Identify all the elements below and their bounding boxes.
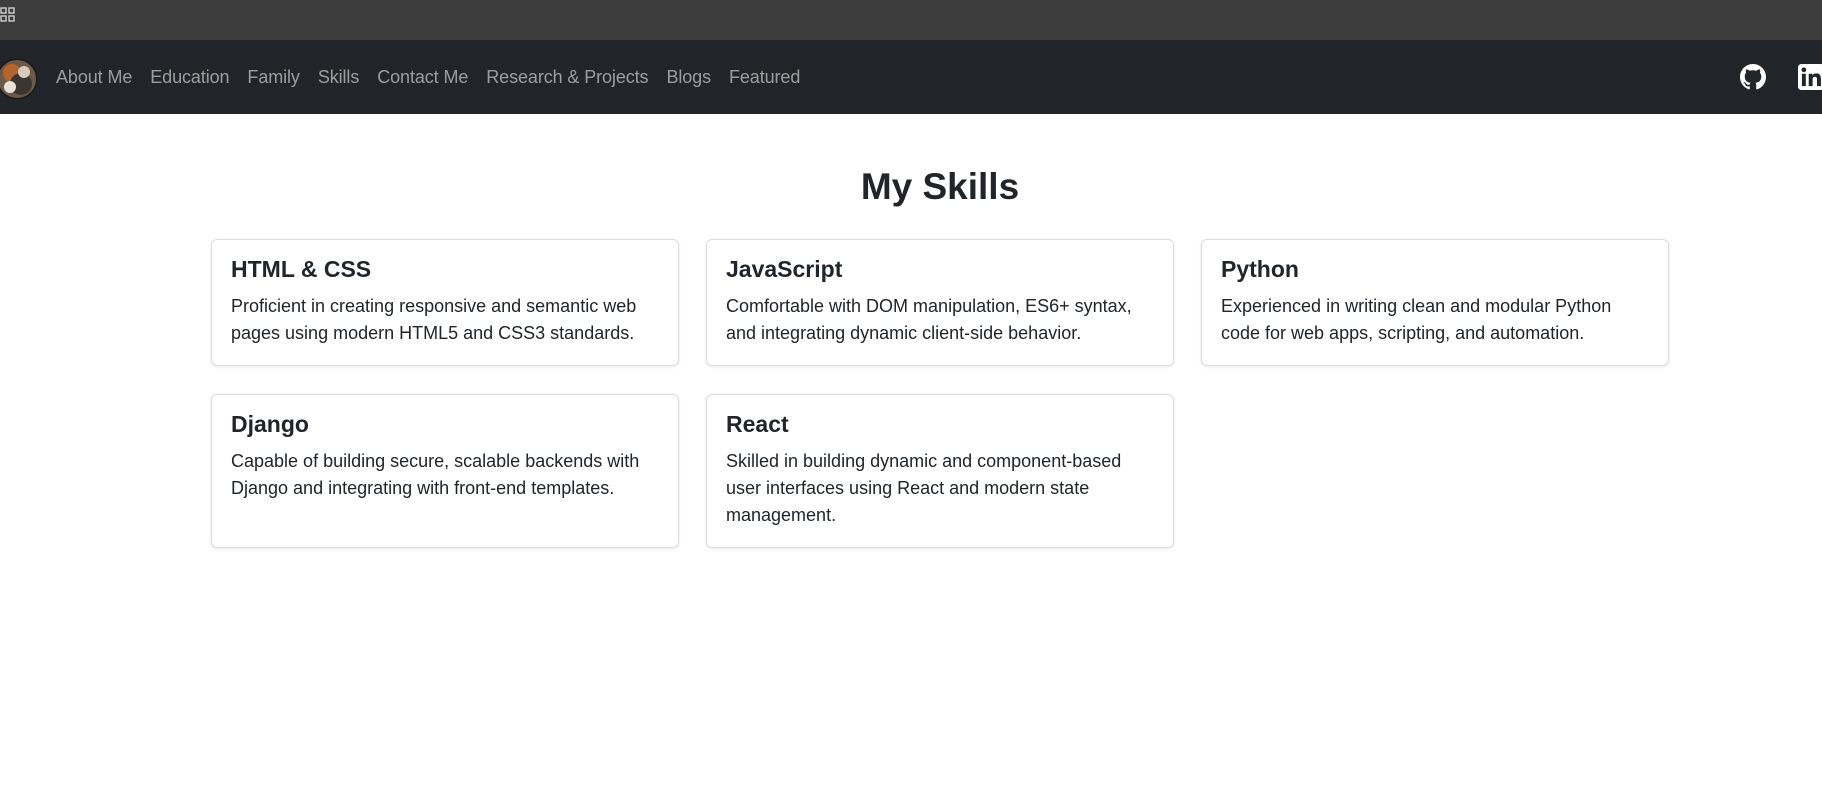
nav-link-research-projects[interactable]: Research & Projects (486, 67, 648, 88)
nav-link-skills[interactable]: Skills (318, 67, 360, 88)
skill-card-text: Skilled in building dynamic and componen… (726, 451, 1122, 525)
linkedin-icon[interactable] (1798, 64, 1822, 90)
skill-card: HTML & CSS Proficient in creating respon… (211, 239, 679, 366)
nav-link-blogs[interactable]: Blogs (666, 67, 711, 88)
skill-card-title: Django (231, 411, 309, 437)
navbar: About Me Education Family Skills Contact… (0, 40, 1822, 114)
skill-card-title: JavaScript (726, 256, 843, 282)
brand-logo[interactable] (0, 58, 38, 100)
skill-card: JavaScript Comfortable with DOM manipula… (706, 239, 1174, 366)
nav-link-education[interactable]: Education (150, 67, 229, 88)
nav-link-contact-me[interactable]: Contact Me (377, 67, 468, 88)
apps-grid-icon[interactable] (0, 6, 15, 24)
skill-card: Django Capable of building secure, scala… (211, 394, 679, 548)
nav-link-about-me[interactable]: About Me (56, 67, 132, 88)
page-title: My Skills (860, 166, 1020, 207)
skill-card-text: Experienced in writing clean and modular… (1221, 296, 1612, 343)
nav-link-featured[interactable]: Featured (729, 67, 800, 88)
skill-card: Python Experienced in writing clean and … (1201, 239, 1669, 366)
github-icon[interactable] (1740, 64, 1766, 90)
nav-links: About Me Education Family Skills Contact… (56, 40, 818, 114)
logo-image (0, 58, 38, 100)
skill-card-title: Python (1221, 256, 1299, 282)
skill-card-title: HTML & CSS (231, 256, 372, 282)
skill-card-text: Comfortable with DOM manipulation, ES6+ … (726, 296, 1132, 343)
browser-top-strip (0, 0, 1822, 40)
skill-card-text: Proficient in creating responsive and se… (231, 296, 637, 343)
skill-card-text: Capable of building secure, scalable bac… (231, 451, 640, 498)
skill-card-title: React (726, 411, 789, 437)
nav-link-family[interactable]: Family (247, 67, 300, 88)
skill-card: React Skilled in building dynamic and co… (706, 394, 1174, 548)
